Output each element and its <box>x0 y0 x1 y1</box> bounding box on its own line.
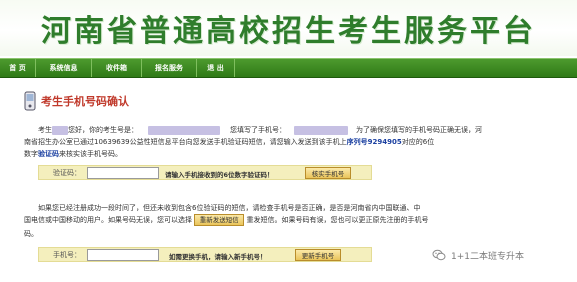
verify-code-row: 验证码： 请输入手机接收到的6位数字验证码！ 核实手机号 <box>38 165 372 180</box>
notice-text: 如果您已经注册成功一段时间了，但还未收到包含6位验证码的短信，请检查手机号是否正… <box>38 204 421 212</box>
intro-text: 南省招生办公室已通过10639639公益性短信息平台向您发送手机验证码短信，请您… <box>24 138 347 146</box>
intro-text: 考生 <box>38 126 52 134</box>
watermark: 1+1二本班专升本 <box>428 244 528 266</box>
intro-text: 来核实该手机号码。 <box>59 150 122 158</box>
redacted-name <box>52 125 68 135</box>
new-phone-input[interactable] <box>87 249 159 261</box>
intro-text: 数字 <box>24 150 38 158</box>
intro-text: 对应的6位 <box>401 138 435 146</box>
nav-registration[interactable]: 报名服务 <box>142 59 197 77</box>
section-heading: 考生手机号码确认 <box>24 90 129 112</box>
update-phone-button[interactable]: 更新手机号 <box>295 249 341 261</box>
page-title: 考生手机号码确认 <box>41 95 129 108</box>
change-phone-hint: 如需更换手机，请输入新手机号！ <box>169 253 267 261</box>
verification-code-link[interactable]: 验证码 <box>38 150 59 158</box>
main-nav: 首 页 系统信息 收件箱 报名服务 退 出 <box>0 58 577 78</box>
phone-label: 手机号： <box>53 251 81 259</box>
nav-home[interactable]: 首 页 <box>0 59 36 77</box>
intro-text: 您填写了手机号： <box>230 126 286 134</box>
intro-paragraph: 考生 您好，你的考生号是： 您填写了手机号： 为了确保您填写的手机号码正确无误，河 南… <box>24 124 548 160</box>
site-title: 河南省普通高校招生考生服务平台 <box>41 14 536 49</box>
verify-code-hint: 请输入手机接收到的6位数字验证码！ <box>165 171 274 179</box>
redacted-exam-number <box>148 125 220 135</box>
nav-logout[interactable]: 退 出 <box>197 59 235 77</box>
notice-text: 重发短信。如果号码有误，您也可以更正原先注册的手机号 <box>246 216 429 224</box>
notice-text: 国电信或中国移动的用户。如果号码无误，您可以选择 <box>24 216 192 224</box>
watermark-text: 1+1二本班专升本 <box>451 251 524 262</box>
notice-paragraph: 如果您已经注册成功一段时间了，但还未收到包含6位验证码的短信，请检查手机号是否正… <box>24 202 558 240</box>
intro-text: 为了确保您填写的手机号码正确无误，河 <box>356 126 482 134</box>
nav-system-info[interactable]: 系统信息 <box>36 59 92 77</box>
verify-code-label: 验证码： <box>53 169 81 177</box>
serial-number: 序列号9294905 <box>346 138 402 146</box>
resend-sms-button[interactable]: 重新发送短信 <box>194 214 245 226</box>
intro-text: 您好，你的考生号是： <box>68 126 138 134</box>
verify-code-input[interactable] <box>87 167 159 179</box>
wechat-icon <box>432 249 446 261</box>
verify-phone-button[interactable]: 核实手机号 <box>305 167 351 179</box>
redacted-phone-number <box>294 125 348 135</box>
change-phone-row: 手机号： 如需更换手机，请输入新手机号！ 更新手机号 <box>38 247 372 262</box>
notice-text: 码。 <box>24 230 38 238</box>
nav-inbox[interactable]: 收件箱 <box>92 59 142 77</box>
mobile-phone-icon <box>24 91 36 111</box>
site-banner: 河南省普通高校招生考生服务平台 <box>0 0 577 56</box>
